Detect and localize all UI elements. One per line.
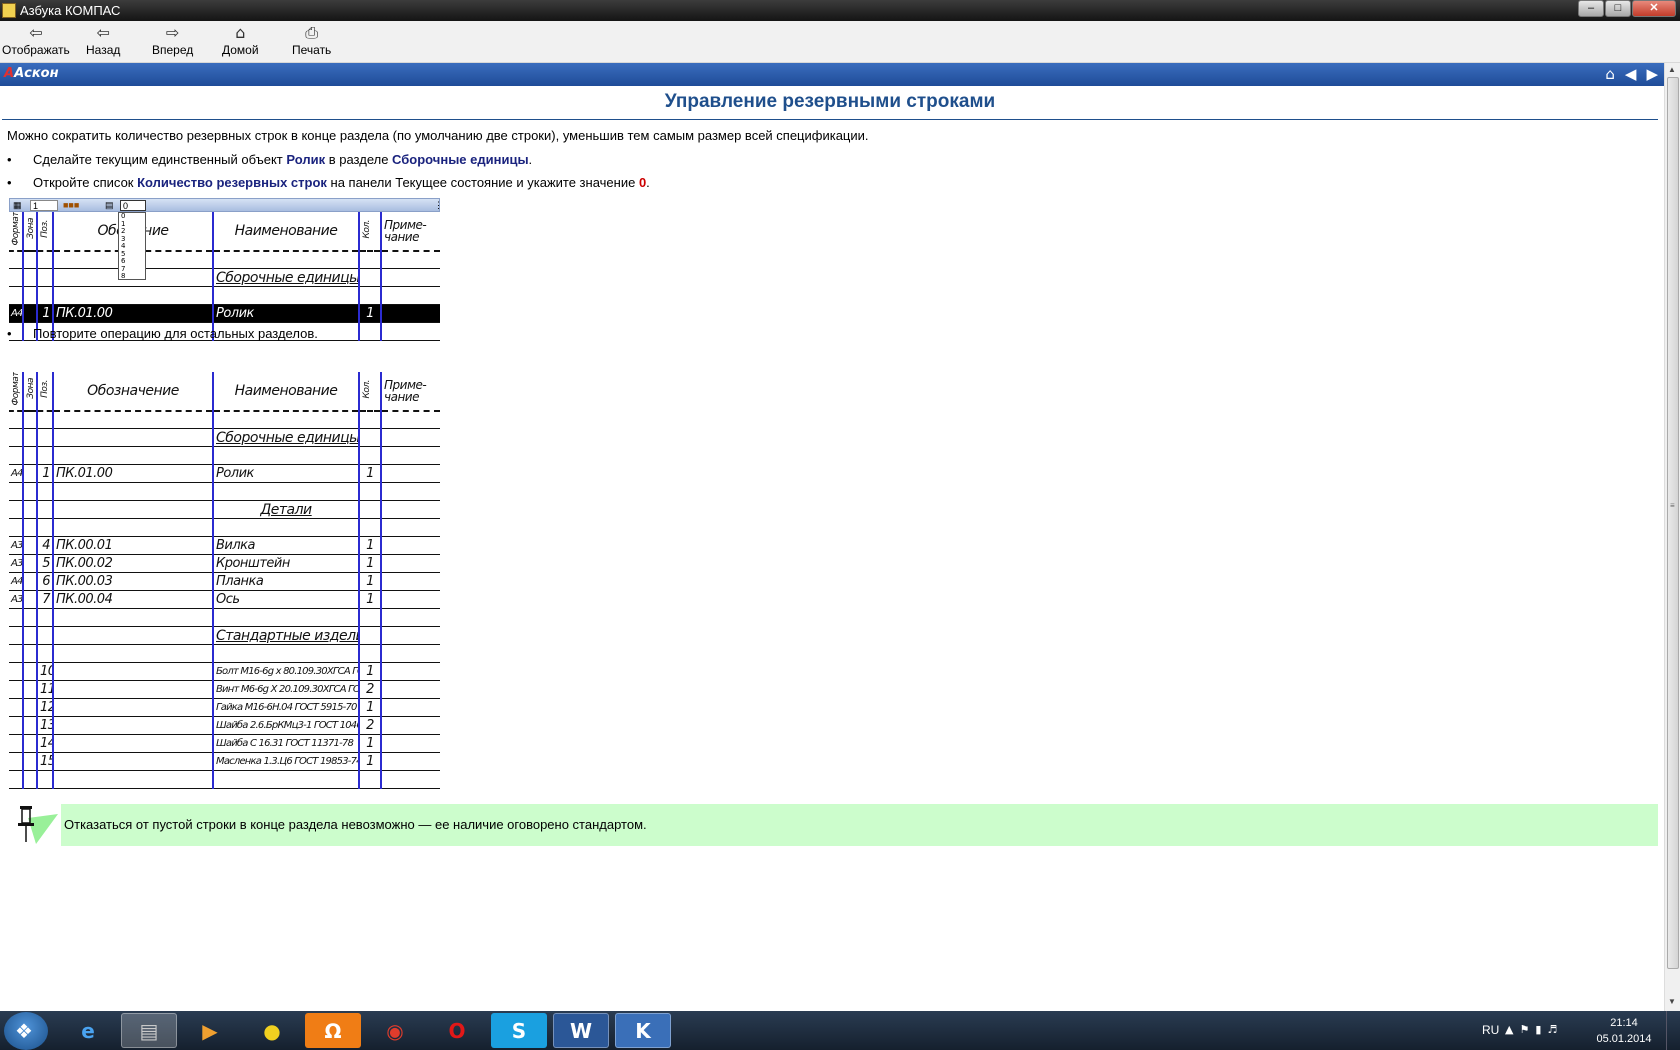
reserve-rows-dropdown[interactable]: 012345678 [118,212,146,280]
table-row[interactable]: 11 Винт М6-6g Х 20.109.30ХГСА ГОСТ 11738… [9,680,440,700]
arrow-left-icon: ⇦ [96,23,110,42]
prev-topic-icon[interactable]: ◀ [1625,65,1637,83]
table-row[interactable]: А4 6 ПК.00.03 Планка 1 [9,572,440,592]
scroll-grip-icon: ≡ [1670,501,1675,510]
ascon-logo: AАскон [4,66,59,81]
position-field[interactable]: 1 [30,200,58,211]
odnoklassniki-icon[interactable]: Ω [305,1013,361,1048]
print-button[interactable]: ⎙ Печать [292,23,331,58]
table-row[interactable]: 10 Болт М16-6g х 80.109.30ХГСА ГОСТ 7798… [9,662,440,682]
intro-text: Можно сократить количество резервных стр… [7,128,869,143]
table-row[interactable]: А4 1 ПК.01.00 Ролик 1 [9,464,440,484]
topic-content: Управление резервными строками Можно сок… [2,86,1664,1011]
window-title: Азбука КОМПАС [20,3,121,18]
app-icon [2,3,16,18]
scroll-down-icon[interactable]: ▼ [1668,997,1676,1006]
reserve-rows-select[interactable]: 0 [120,200,146,211]
scroll-thumb[interactable] [1667,77,1679,969]
next-topic-icon[interactable]: ▶ [1646,65,1658,83]
help-toolbar: ⇦ Отображать ⇦ Назад ⇨ Вперед ⌂ Домой ⎙ … [0,21,1680,63]
step-3: • Повторите операцию для остальных разде… [7,326,318,341]
opera-icon[interactable]: O [429,1013,485,1048]
start-button[interactable]: ❖ [4,1012,48,1050]
show-button[interactable]: ⇦ Отображать [2,23,70,58]
note-text: Отказаться от пустой строки в конце разд… [64,817,647,832]
home-icon: ⌂ [235,23,246,42]
title-bar: Азбука КОМПАС – □ ✕ [0,0,1680,21]
close-button[interactable]: ✕ [1632,0,1676,17]
back-button[interactable]: ⇦ Назад [86,23,120,58]
maximize-button[interactable]: □ [1605,0,1631,17]
chrome-icon[interactable]: ◉ [367,1013,423,1048]
minimize-button[interactable]: – [1578,0,1604,17]
word-icon[interactable]: W [553,1013,609,1048]
skype-icon[interactable]: S [491,1013,547,1048]
spec-table-2: Формат Зона Поз. Обозначение Наименовани… [9,372,440,790]
table-row[interactable]: 14 Шайба С 16.31 ГОСТ 11371-781 [9,734,440,754]
windows-logo-icon: ❖ [15,1019,33,1043]
current-state-panel: ▦ 1 ■■■ ▤ 0 ⋮ [9,198,443,212]
spec-table-1: Формат Зона Поз. Обоз ение Наименование … [9,212,440,342]
reserve-rows-icon: ▤ [105,200,114,210]
kompas-icon[interactable]: K [615,1013,671,1048]
home-icon[interactable]: ⌂ [1605,65,1615,83]
page-title: Управление резервными строками [2,91,1658,120]
show-pane-icon: ⇦ [29,23,43,42]
green-app-icon[interactable]: ● [244,1013,300,1048]
topic-header-bar: AАскон ⌂ ◀ ▶ [0,63,1664,86]
clock[interactable]: 21:14 05.01.2014 [1594,1015,1654,1047]
table-row[interactable]: 12 Гайка М16-6Н.04 ГОСТ 5915-701 [9,698,440,718]
pushpin-icon [18,806,58,844]
table-row[interactable]: А3 7 ПК.00.04 Ось 1 [9,590,440,610]
tool-icons[interactable]: ■■■ [63,200,79,211]
table-row[interactable]: 13 Шайба 2.6.БрКМц3-1 ГОСТ 10462-812 [9,716,440,736]
table-row[interactable]: А3 5 ПК.00.02 Кронштейн 1 [9,554,440,574]
home-button[interactable]: ⌂ Домой [222,23,259,58]
vertical-scrollbar[interactable]: ▲ ≡ ▼ [1664,63,1680,1011]
panel-icon[interactable]: ▦ [13,200,22,211]
arrow-right-icon: ⇨ [165,23,180,42]
printer-icon: ⎙ [305,23,319,42]
table-row[interactable]: 15 Масленка 1.3.Ц6 ГОСТ 19853-741 [9,752,440,772]
scroll-up-icon[interactable]: ▲ [1668,65,1676,74]
table-row[interactable]: А3 4 ПК.00.01 Вилка 1 [9,536,440,556]
tray-icons[interactable]: ▲⚑▮♬ [1505,1023,1563,1036]
step-2: • Откройте список Количество резервных с… [7,175,650,190]
internet-explorer-icon[interactable]: e [60,1013,116,1048]
panel-grip: ⋮ [434,200,443,210]
file-manager-icon[interactable]: ▤ [121,1013,177,1048]
media-player-icon[interactable]: ▶ [182,1013,238,1048]
step-1: • Сделайте текущим единственный объект Р… [7,152,533,167]
taskbar: ❖ e ▤ ▶ ● Ω ◉ O S W K RU ▲⚑▮♬ 21:14 05.0… [0,1011,1680,1050]
show-desktop-button[interactable] [1666,1011,1680,1050]
language-indicator[interactable]: RU [1482,1023,1499,1037]
note-box: Отказаться от пустой строки в конце разд… [61,804,1658,846]
forward-button[interactable]: ⇨ Вперед [152,23,193,58]
selected-row-roller[interactable]: А4 1 ПК.01.00 Ролик 1 [9,304,440,324]
